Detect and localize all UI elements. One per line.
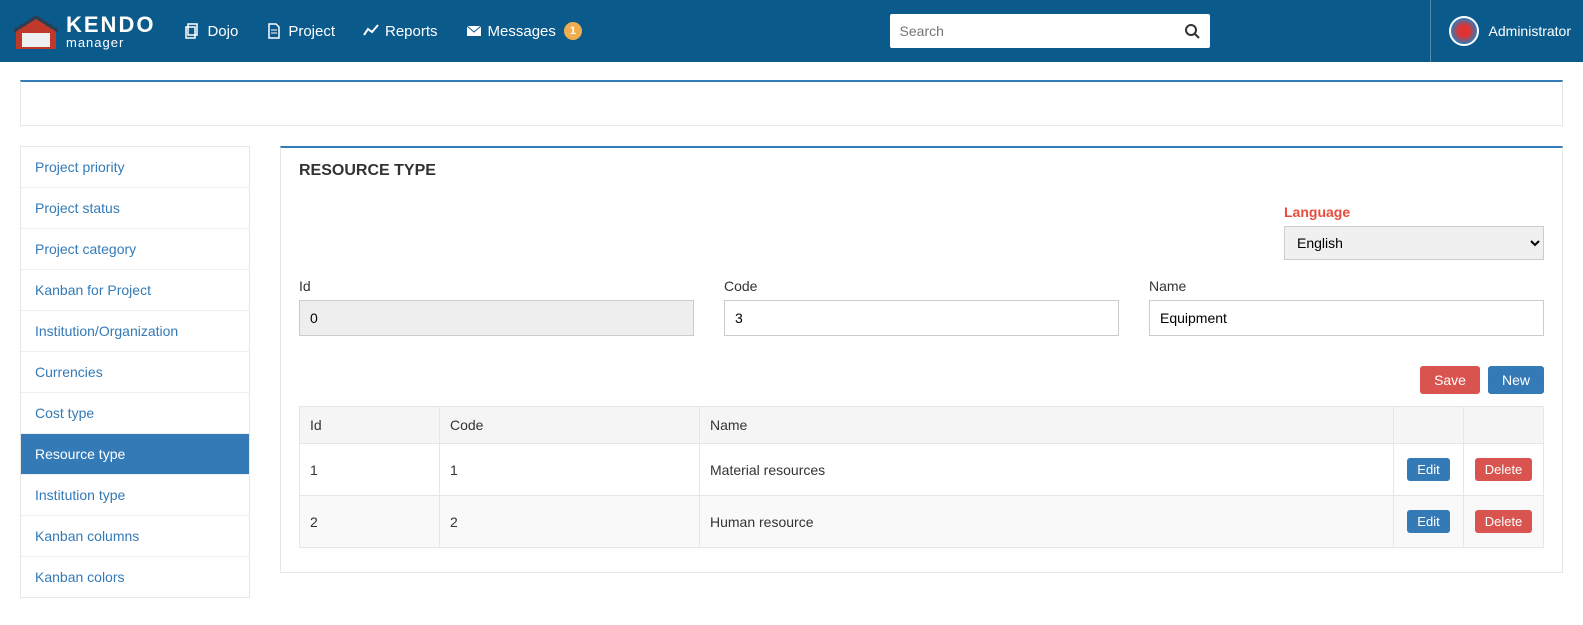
nav-messages-label: Messages [488, 23, 556, 40]
file-icon [266, 23, 282, 39]
envelope-icon [466, 23, 482, 39]
col-delete [1464, 407, 1544, 444]
messages-badge: 1 [564, 22, 582, 40]
sidebar-item-institution-organization[interactable]: Institution/Organization [21, 311, 249, 352]
cell-id: 1 [300, 444, 440, 496]
table-row: 11Material resourcesEditDelete [300, 444, 1544, 496]
cell-name: Human resource [700, 496, 1394, 548]
nav-reports[interactable]: Reports [363, 23, 438, 40]
logo-text: KENDO manager [66, 14, 155, 49]
search-box[interactable] [890, 14, 1210, 48]
app-logo[interactable]: KENDO manager [12, 11, 155, 51]
user-name: Administrator [1489, 23, 1571, 39]
id-label: Id [299, 278, 694, 294]
nav-messages[interactable]: Messages 1 [466, 22, 582, 40]
search-icon[interactable] [1184, 23, 1200, 39]
logo-icon [12, 11, 60, 51]
sidebar-item-resource-type[interactable]: Resource type [21, 434, 249, 475]
code-input[interactable] [724, 300, 1119, 336]
sidebar-item-project-priority[interactable]: Project priority [21, 147, 249, 188]
cell-code: 1 [440, 444, 700, 496]
name-input[interactable] [1149, 300, 1544, 336]
chart-icon [363, 23, 379, 39]
delete-button[interactable]: Delete [1475, 458, 1533, 481]
col-id: Id [300, 407, 440, 444]
save-button[interactable]: Save [1420, 366, 1480, 394]
top-navbar: KENDO manager Dojo Project Reports Messa… [0, 0, 1583, 62]
sidebar-item-kanban-for-project[interactable]: Kanban for Project [21, 270, 249, 311]
delete-button[interactable]: Delete [1475, 510, 1533, 533]
edit-button[interactable]: Edit [1407, 510, 1449, 533]
avatar [1449, 16, 1479, 46]
sidebar-item-currencies[interactable]: Currencies [21, 352, 249, 393]
cell-id: 2 [300, 496, 440, 548]
search-input[interactable] [900, 23, 1184, 39]
code-label: Code [724, 278, 1119, 294]
sidebar-item-kanban-colors[interactable]: Kanban colors [21, 557, 249, 597]
nav-dojo-label: Dojo [207, 23, 238, 40]
resource-type-table: Id Code Name 11Material resourcesEditDel… [299, 406, 1544, 548]
table-row: 22Human resourceEditDelete [300, 496, 1544, 548]
col-edit [1394, 407, 1464, 444]
name-label: Name [1149, 278, 1544, 294]
language-select[interactable]: English [1284, 226, 1544, 260]
page-title: RESOURCE TYPE [299, 162, 1544, 180]
sidebar-item-kanban-columns[interactable]: Kanban columns [21, 516, 249, 557]
nav-reports-label: Reports [385, 23, 438, 40]
page-header-bar [20, 80, 1563, 126]
nav-dojo[interactable]: Dojo [185, 23, 238, 40]
id-input [299, 300, 694, 336]
cell-code: 2 [440, 496, 700, 548]
sidebar-item-institution-type[interactable]: Institution type [21, 475, 249, 516]
main-panel: RESOURCE TYPE Language English Id Code N… [280, 146, 1563, 573]
user-menu[interactable]: Administrator [1430, 0, 1571, 62]
sidebar-item-cost-type[interactable]: Cost type [21, 393, 249, 434]
cell-name: Material resources [700, 444, 1394, 496]
nav-project-label: Project [288, 23, 335, 40]
nav-project[interactable]: Project [266, 23, 335, 40]
language-label: Language [1284, 204, 1544, 220]
sidebar-item-project-status[interactable]: Project status [21, 188, 249, 229]
settings-sidebar: Project priorityProject statusProject ca… [20, 146, 250, 598]
edit-button[interactable]: Edit [1407, 458, 1449, 481]
col-code: Code [440, 407, 700, 444]
col-name: Name [700, 407, 1394, 444]
new-button[interactable]: New [1488, 366, 1544, 394]
copy-icon [185, 23, 201, 39]
sidebar-item-project-category[interactable]: Project category [21, 229, 249, 270]
